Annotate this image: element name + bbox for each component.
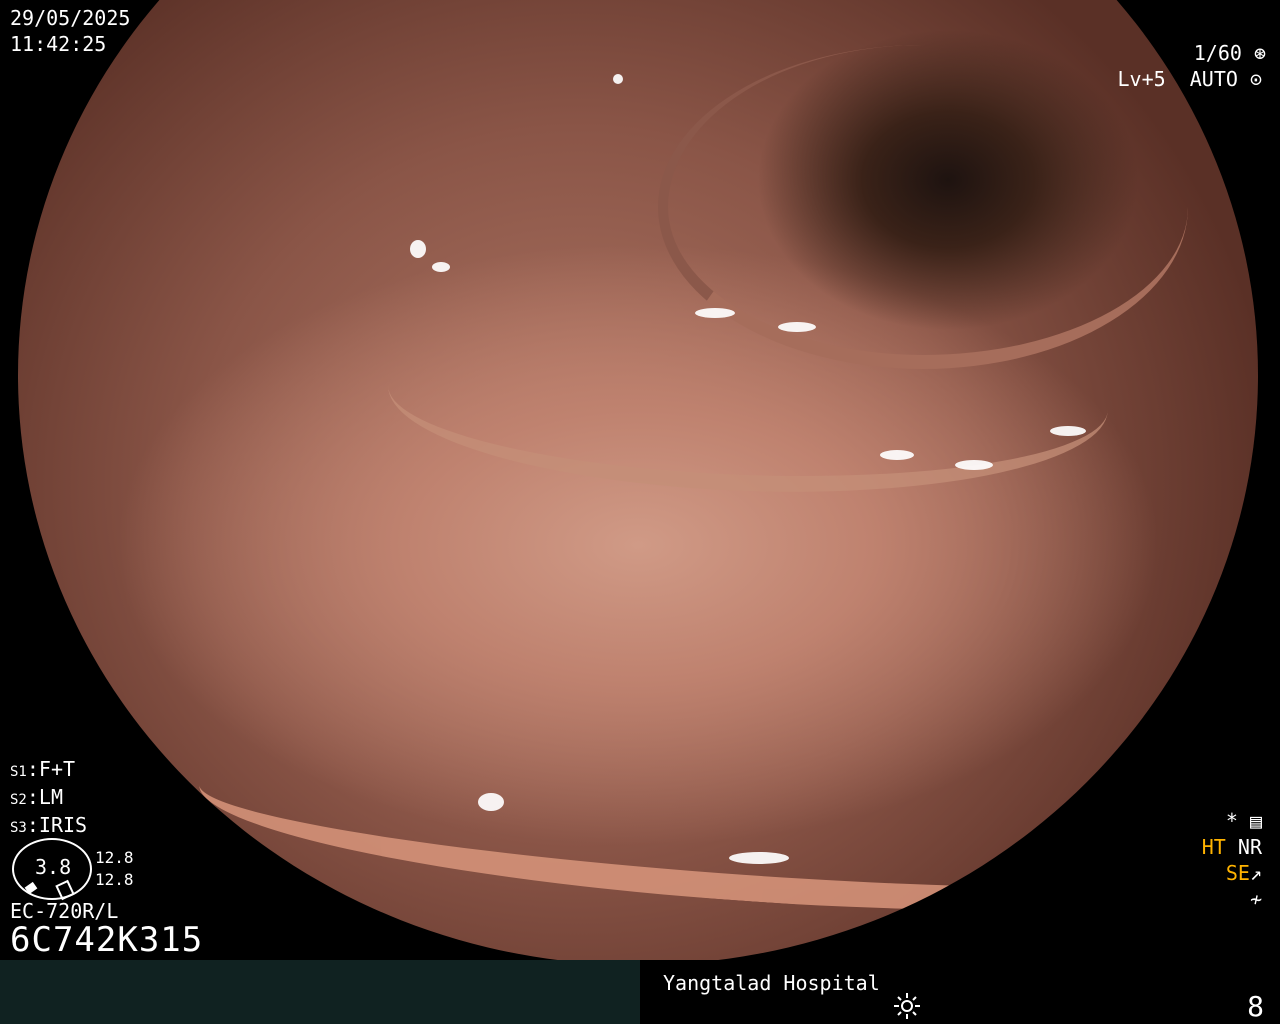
glare-spot	[613, 74, 623, 84]
mucosal-fold-bright	[193, 706, 1258, 940]
ht-nr-row: HT NR	[1201, 835, 1262, 859]
zoom-dial-icon: 3.8	[12, 838, 92, 901]
glare-spot	[478, 793, 504, 811]
glare-spot	[778, 322, 816, 332]
switch-settings: S1:F+T S2:LM S3:IRIS	[10, 757, 87, 841]
processing-status: * ▤ HT NR SE↗ ≁	[1202, 808, 1262, 912]
endoscopic-view	[18, 0, 1258, 965]
switch-s2: S2:LM	[10, 785, 63, 809]
image-counter: 8	[1247, 990, 1264, 1023]
switch-s1: S1:F+T	[10, 757, 76, 781]
glare-spot	[729, 852, 789, 864]
zoom-mark-filled-icon	[24, 881, 38, 895]
glare-spot	[1050, 426, 1086, 436]
exposure-mode: AUTO	[1189, 67, 1238, 91]
serial-number: 6C742K315	[10, 920, 204, 960]
exposure-readout: Lv+5 AUTO ⊙	[1118, 67, 1262, 92]
settings-sliders-icon: ▤	[1249, 809, 1262, 833]
hospital-name: Yangtalad Hospital	[663, 971, 880, 995]
zoom-value: 3.8	[35, 855, 72, 879]
se-row: SE↗	[1225, 861, 1262, 885]
glare-spot	[880, 450, 914, 460]
time-label: 11:42:25	[10, 32, 107, 56]
glare-spot	[432, 262, 450, 272]
switch-s3: S3:IRIS	[10, 813, 88, 837]
date-label: 29/05/2025	[10, 6, 131, 30]
footer-left-panel	[0, 960, 640, 1024]
glare-spot	[955, 460, 993, 470]
curve-icon: ↗	[1249, 861, 1262, 885]
glare-spot	[410, 240, 426, 258]
misc-row: ≁	[1249, 887, 1262, 911]
zoom-readout-2: 12.8	[95, 870, 134, 889]
exposure-level: Lv+5	[1117, 67, 1166, 91]
glare-spot	[695, 308, 735, 318]
brightness-icon	[894, 993, 920, 1019]
zoom-mark-outline-icon	[55, 879, 75, 901]
shutter-value: 1/60	[1193, 41, 1242, 65]
iris-icon: ⊙	[1249, 67, 1262, 91]
aperture-icon: ⊛	[1253, 41, 1266, 65]
shutter-readout: 1/60 ⊛	[1194, 41, 1266, 66]
structure-enhancement-row: * ▤	[1225, 809, 1262, 833]
zoom-readout-1: 12.8	[95, 848, 134, 867]
